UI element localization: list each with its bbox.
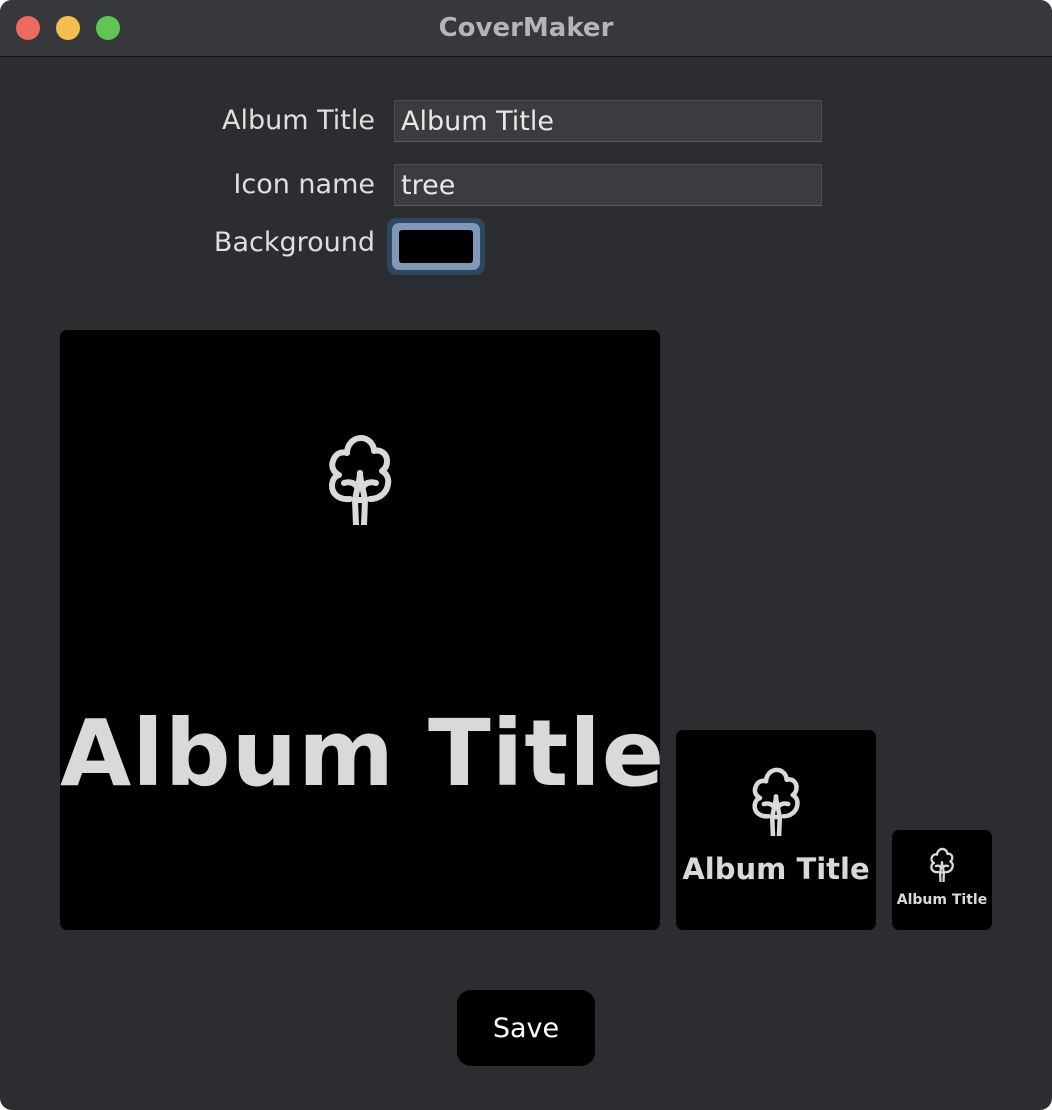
app-window: CoverMaker Album Title Icon name Backgro… <box>0 0 1052 1110</box>
album-title-input[interactable] <box>394 100 822 142</box>
cover-title-medium: Album Title <box>682 852 870 886</box>
icon-name-input[interactable] <box>394 164 822 206</box>
background-color-swatch[interactable] <box>399 230 473 263</box>
window-title: CoverMaker <box>438 13 614 43</box>
icon-name-label: Icon name <box>233 169 375 200</box>
tree-icon <box>738 760 814 836</box>
save-button[interactable]: Save <box>457 990 595 1066</box>
cover-preview-small: Album Title <box>892 830 992 930</box>
album-title-label: Album Title <box>222 105 375 136</box>
cover-title-large: Album Title <box>60 700 660 807</box>
tree-icon <box>930 847 954 882</box>
background-label: Background <box>213 227 375 258</box>
cover-preview-large: Album Title <box>60 330 660 930</box>
title-bar: CoverMaker <box>0 0 1052 57</box>
tree-icon <box>310 425 410 525</box>
cover-title-small: Album Title <box>896 892 988 908</box>
cover-preview-medium: Album Title <box>676 730 876 930</box>
